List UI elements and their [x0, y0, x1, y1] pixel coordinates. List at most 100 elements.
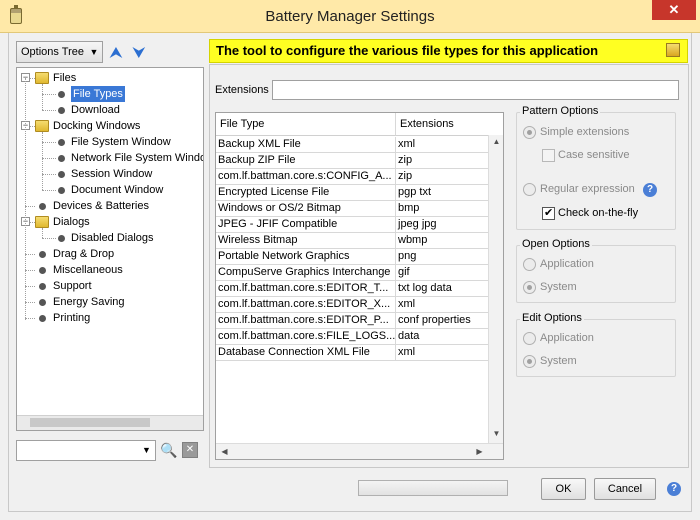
table-row[interactable]: JPEG - JFIF Compatible jpeg jpg — [216, 217, 503, 233]
table-row[interactable]: com.lf.battman.core.s:EDITOR_T... txt log… — [216, 281, 503, 297]
table-row[interactable]: com.lf.battman.core.s:CONFIG_A... zip — [216, 169, 503, 185]
bullet-icon — [39, 251, 46, 258]
tree-scroll-thumb[interactable] — [30, 418, 150, 427]
file-type-cell: Backup XML File — [216, 137, 396, 152]
table-row[interactable]: com.lf.battman.core.s:EDITOR_X... xml — [216, 297, 503, 313]
tree-item-label: Files — [53, 72, 77, 84]
edit-options-title: Edit Options — [520, 312, 584, 324]
bullet-icon — [39, 315, 46, 322]
tree-connector — [42, 110, 56, 111]
extensions-cell: zip — [398, 170, 413, 182]
bullet-icon — [58, 235, 65, 242]
file-type-cell: com.lf.battman.core.s:EDITOR_P... — [216, 313, 396, 328]
tree-connector — [42, 190, 56, 191]
open-system-label: System — [540, 281, 577, 293]
chevron-down-icon[interactable]: ▼ — [139, 441, 154, 460]
chevron-down-icon[interactable]: ▼ — [87, 41, 101, 63]
file-type-cell: com.lf.battman.core.s:FILE_LOGS... — [218, 329, 396, 344]
tree-connector — [42, 142, 56, 143]
edit-system-label: System — [540, 355, 577, 367]
close-button[interactable]: ✕ — [652, 0, 696, 20]
tree-connector — [25, 254, 35, 255]
tree-item-label: Session Window — [71, 168, 153, 180]
tree-connector — [25, 270, 35, 271]
file-type-cell: com.lf.battman.core.s:CONFIG_A... — [216, 169, 396, 184]
file-type-cell: Portable Network Graphics — [216, 249, 396, 264]
scroll-left-icon[interactable]: ◀ — [217, 447, 232, 456]
bullet-icon — [39, 203, 46, 210]
open-system-radio[interactable] — [523, 281, 536, 294]
tree-item-label: Network File System Window — [71, 152, 204, 164]
ok-button[interactable]: OK — [541, 478, 586, 500]
table-row[interactable]: com.lf.battman.core.s:FILE_LOGS... data — [216, 329, 503, 345]
edit-application-label: Application — [540, 332, 594, 344]
table-vertical-scrollbar[interactable]: ▲ ▼ — [488, 135, 503, 443]
scroll-right-icon[interactable]: ▶ — [472, 447, 487, 456]
table-row[interactable]: Encrypted License File pgp txt — [216, 185, 503, 201]
tree-connector — [25, 318, 35, 319]
folder-icon — [35, 216, 49, 228]
tree-connector — [25, 302, 35, 303]
tree-item-label: Download — [71, 104, 120, 116]
tree-connector — [42, 238, 56, 239]
simple-extensions-label: Simple extensions — [540, 126, 630, 138]
case-sensitive-checkbox[interactable] — [542, 149, 555, 162]
extensions-input[interactable] — [272, 80, 679, 100]
file-type-cell: Backup ZIP File — [216, 153, 396, 168]
bullet-icon — [58, 107, 65, 114]
tree-connector — [42, 158, 56, 159]
progress-bar — [358, 480, 508, 496]
table-row[interactable]: Portable Network Graphics png — [216, 249, 503, 265]
open-application-radio[interactable] — [523, 258, 536, 271]
search-icon[interactable]: 🔍 — [160, 440, 178, 460]
table-row[interactable]: Backup XML File xml — [216, 137, 503, 153]
search-input[interactable] — [16, 440, 156, 461]
file-types-table[interactable]: File Type Extensions Backup XML File xml B… — [215, 112, 504, 460]
table-row[interactable]: Backup ZIP File zip — [216, 153, 503, 169]
tree-item-label: Miscellaneous — [53, 264, 123, 276]
table-horizontal-scrollbar[interactable]: ◀ ▶ — [216, 443, 503, 459]
table-row[interactable]: CompuServe Graphics Interchange gif — [216, 265, 503, 281]
tree-connector — [42, 84, 43, 110]
extensions-cell: xml — [398, 346, 416, 358]
column-header-extensions[interactable]: Extensions — [396, 113, 503, 136]
extensions-label: Extensions — [215, 84, 269, 96]
extensions-cell: jpeg jpg — [398, 218, 437, 230]
bullet-icon — [58, 187, 65, 194]
file-type-cell: com.lf.battman.core.s:EDITOR_T... — [216, 281, 396, 296]
expand-all-icon[interactable]: ⮝ — [107, 41, 125, 63]
bullet-icon — [58, 139, 65, 146]
extensions-cell: txt log data — [398, 282, 452, 294]
file-type-cell: JPEG - JFIF Compatible — [216, 217, 396, 232]
table-row[interactable]: Windows or OS/2 Bitmap bmp — [216, 201, 503, 217]
options-tree[interactable]: Files − File Types Download Docking Windows −… — [16, 67, 204, 431]
column-header-file-type[interactable]: File Type — [216, 113, 396, 136]
tree-connector — [25, 286, 35, 287]
tree-item-label: Docking Windows — [53, 120, 141, 132]
simple-extensions-radio[interactable] — [523, 126, 536, 139]
bullet-icon — [39, 267, 46, 274]
edit-application-radio[interactable] — [523, 332, 536, 345]
window-title: Battery Manager Settings — [265, 8, 435, 25]
file-type-cell: Windows or OS/2 Bitmap — [216, 201, 396, 216]
tree-item-label: Dialogs — [53, 216, 90, 228]
table-row[interactable]: com.lf.battman.core.s:EDITOR_P... conf pr… — [216, 313, 503, 329]
file-type-cell: Database Connection XML File — [216, 345, 396, 360]
check-on-the-fly-checkbox[interactable] — [542, 206, 555, 220]
table-row[interactable]: Database Connection XML File xml — [216, 345, 503, 361]
bullet-icon — [39, 283, 46, 290]
extensions-cell: png — [398, 250, 417, 262]
scroll-down-icon[interactable]: ▼ — [489, 429, 504, 438]
help-icon[interactable]: ? — [667, 482, 681, 496]
tree-item-label: Energy Saving — [53, 296, 125, 308]
file-types-icon — [666, 43, 680, 57]
cancel-button[interactable]: Cancel — [594, 478, 656, 500]
tree-connector — [42, 132, 43, 190]
table-row[interactable]: Wireless Bitmap wbmp — [216, 233, 503, 249]
edit-system-radio[interactable] — [523, 355, 536, 368]
collapse-all-icon[interactable]: ⮟ — [130, 41, 148, 63]
help-icon[interactable]: ? — [643, 183, 657, 197]
regular-expression-radio[interactable] — [523, 183, 536, 196]
scroll-up-icon[interactable]: ▲ — [489, 137, 504, 146]
clear-icon[interactable]: ✕ — [182, 442, 198, 458]
